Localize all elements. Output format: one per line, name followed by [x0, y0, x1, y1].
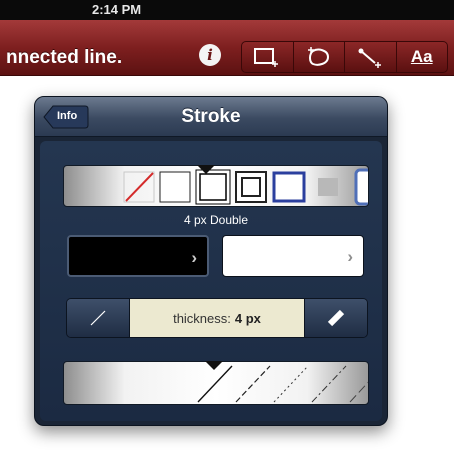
- style-indicator: [197, 165, 215, 174]
- dash-indicator: [205, 361, 223, 370]
- style-none[interactable]: [123, 171, 155, 203]
- style-thin[interactable]: [159, 171, 191, 203]
- toolbar: nnected line. i Aa: [0, 20, 454, 76]
- style-double[interactable]: [195, 169, 231, 205]
- shape-tool-button[interactable]: [294, 42, 345, 72]
- dash-dotted[interactable]: [273, 365, 309, 403]
- thinner-button[interactable]: [67, 299, 129, 337]
- chevron-right-icon: ›: [347, 247, 353, 266]
- line-tool-button[interactable]: [345, 42, 397, 72]
- rectangle-tool-button[interactable]: [242, 42, 294, 72]
- status-time: 2:14 PM: [92, 2, 142, 17]
- thickness-control: thickness: 4 px: [66, 298, 368, 338]
- dash-solid[interactable]: [197, 365, 233, 403]
- popover-header: Info Stroke: [35, 97, 387, 137]
- popover-title: Stroke: [181, 106, 241, 127]
- text-tool-button[interactable]: Aa: [397, 42, 448, 72]
- dash-dashed[interactable]: [235, 365, 271, 403]
- chevron-right-icon: ›: [191, 248, 197, 267]
- status-bar: 2:14 PM: [0, 0, 454, 20]
- thin-line-icon: [90, 310, 106, 326]
- style-gray-fill[interactable]: [318, 178, 338, 196]
- stroke-color-button[interactable]: ›: [67, 235, 209, 277]
- text-tool-label: Aa: [410, 47, 433, 66]
- thickness-value: 4 px: [234, 310, 261, 326]
- style-blue-rounded[interactable]: [354, 168, 369, 206]
- thick-line-icon: [327, 309, 345, 327]
- stroke-style-picker[interactable]: [63, 165, 369, 207]
- dash-dash-dot[interactable]: [311, 365, 347, 403]
- dash-long[interactable]: [349, 376, 369, 403]
- toolbar-message: nnected line.: [6, 47, 123, 68]
- thicker-button[interactable]: [305, 299, 367, 337]
- rectangle-tool-icon: [254, 48, 279, 67]
- line-tool-icon: [358, 48, 382, 68]
- stroke-popover: Info Stroke 4 px Double › › thickness: 4…: [34, 96, 388, 426]
- info-icon[interactable]: i: [199, 44, 221, 66]
- tool-segment: Aa: [241, 41, 448, 73]
- thickness-readout: thickness: 4 px: [129, 299, 305, 337]
- fill-color-button[interactable]: ›: [222, 235, 364, 277]
- style-thick-double[interactable]: [235, 171, 267, 203]
- style-blue-border[interactable]: [272, 171, 306, 203]
- thickness-label: thickness:: [173, 310, 231, 326]
- stroke-style-label: 4 px Double: [183, 213, 249, 227]
- shape-tool-icon: [307, 47, 329, 66]
